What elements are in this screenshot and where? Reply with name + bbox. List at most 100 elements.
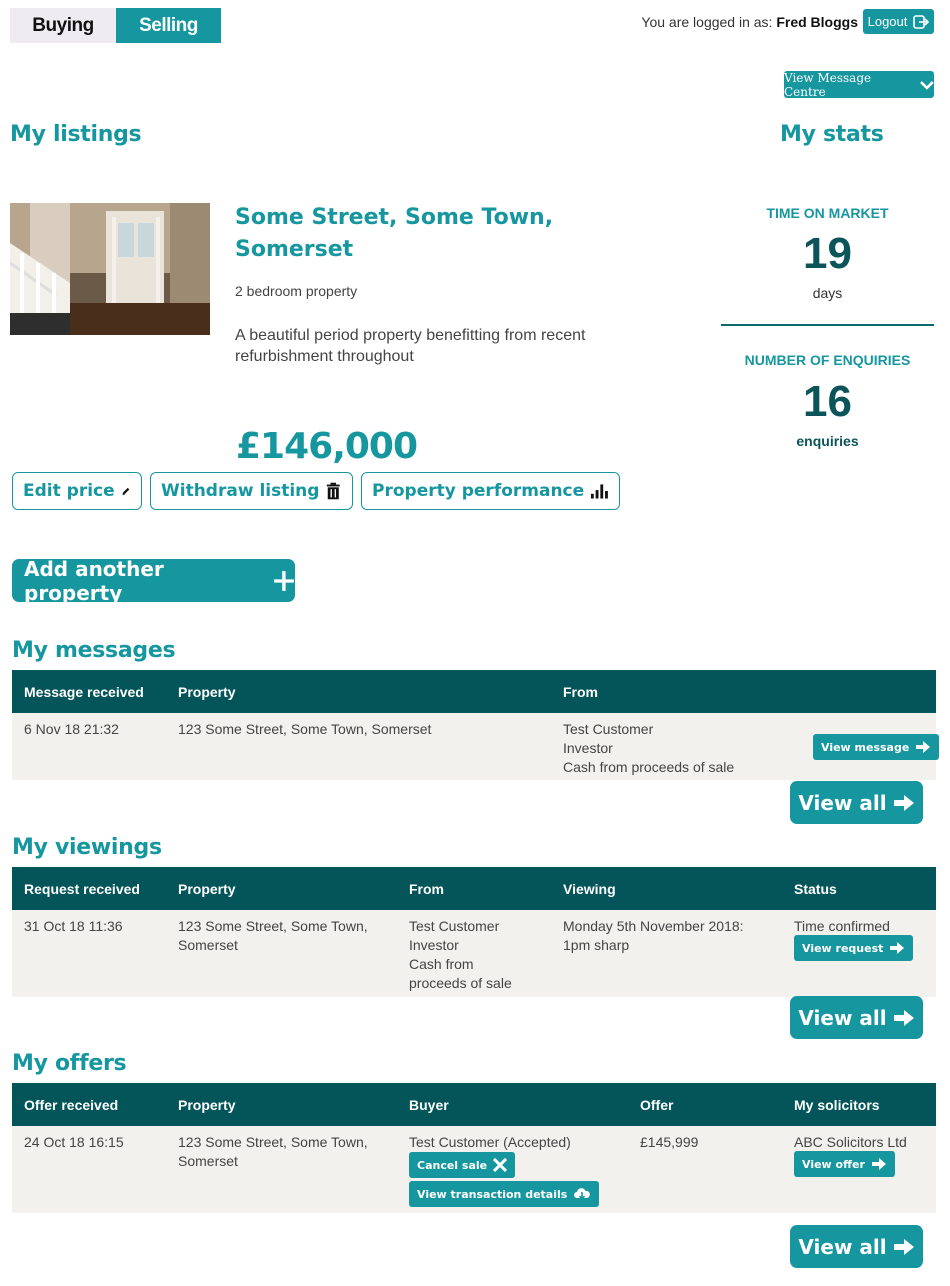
chevron-down-icon (920, 80, 934, 90)
col-offer-received: Offer received (24, 1097, 119, 1113)
col-buyer: Buyer (409, 1097, 449, 1113)
viewing-received: 31 Oct 18 11:36 (24, 918, 123, 934)
from-name: Test Customer (409, 918, 500, 934)
col-viewing: Viewing (563, 881, 616, 897)
col-from: From (409, 881, 444, 897)
property-line-2: Somerset (178, 1153, 238, 1169)
viewing-time: Monday 5th November 2018: 1pm sharp (563, 917, 744, 955)
offer-buyer: Test Customer (Accepted) (409, 1134, 571, 1150)
table-row: 24 Oct 18 16:15 123 Some Street, Some To… (12, 1126, 936, 1213)
view-transaction-details-button[interactable]: View transaction details (409, 1181, 600, 1207)
trash-icon (327, 482, 341, 500)
arrow-right-icon (893, 794, 914, 811)
viewing-hour: 1pm sharp (563, 937, 630, 953)
message-received: 6 Nov 18 21:32 (24, 721, 119, 737)
col-my-solicitors: My solicitors (794, 1097, 880, 1113)
add-another-property-button[interactable]: Add another property (12, 556, 295, 605)
performance-label: Property performance (372, 481, 585, 501)
view-request-label: View request (802, 941, 884, 955)
cloud-download-icon (574, 1188, 591, 1201)
viewing-date: Monday 5th November 2018: (563, 918, 744, 934)
tab-buying[interactable]: Buying (10, 8, 116, 43)
offer-received: 24 Oct 18 16:15 (24, 1134, 124, 1150)
from-finance-2: proceeds of sale (409, 975, 512, 991)
message-property: 123 Some Street, Some Town, Somerset (178, 721, 432, 737)
col-from: From (563, 684, 598, 700)
view-message-button[interactable]: View message (813, 734, 940, 760)
messages-view-all-button[interactable]: View all (790, 781, 923, 824)
viewing-status: Time confirmed (794, 918, 890, 934)
login-prefix: You are logged in as: (641, 14, 773, 30)
listing-bedrooms: 2 bedroom property (235, 283, 358, 299)
property-performance-button[interactable]: Property performance (361, 472, 620, 510)
view-all-label: View all (798, 1234, 887, 1259)
from-finance: Cash from proceeds of sale (563, 759, 735, 775)
time-on-market-value: 19 (803, 229, 852, 278)
login-status: You are logged in as: Fred Bloggs (641, 14, 858, 30)
viewings-view-all-button[interactable]: View all (790, 996, 923, 1039)
view-message-label: View message (821, 740, 910, 754)
arrow-right-icon (890, 942, 905, 954)
offers-view-all-button[interactable]: View all (790, 1225, 923, 1268)
view-request-button[interactable]: View request (794, 935, 914, 961)
from-name: Test Customer (563, 721, 654, 737)
message-centre-label: View Message Centre (784, 70, 872, 99)
my-viewings-heading: My viewings (12, 835, 162, 860)
enquiries-unit: enquiries (796, 433, 859, 449)
logout-label: Logout (867, 14, 908, 29)
property-photo[interactable] (10, 203, 210, 335)
add-property-label: Add another property (24, 556, 164, 605)
viewing-property: 123 Some Street, Some Town, Somerset (178, 917, 368, 955)
offer-solicitor: ABC Solicitors Ltd (794, 1134, 907, 1150)
table-row: 31 Oct 18 11:36 123 Some Street, Some To… (12, 910, 936, 997)
property-line-1: 123 Some Street, Some Town, (178, 918, 368, 934)
logout-button[interactable]: Logout (863, 9, 934, 34)
enquiries-label: NUMBER OF ENQUIRIES (744, 352, 911, 368)
transaction-label: View transaction details (417, 1187, 568, 1201)
viewings-table-header: Request received Property From Viewing S… (12, 867, 936, 910)
view-message-centre-button[interactable]: View Message Centre (784, 70, 934, 99)
view-offer-label: View offer (802, 1157, 865, 1171)
cancel-sale-label: Cancel sale (417, 1158, 488, 1172)
my-listings-heading: My listings (10, 122, 142, 147)
listing-address[interactable]: Some Street, Some Town, Somerset (235, 202, 615, 266)
time-on-market-unit: days (812, 285, 843, 301)
col-message-received: Message received (24, 684, 144, 700)
time-on-market-label: TIME ON MARKET (766, 205, 889, 221)
col-offer: Offer (640, 1097, 674, 1113)
offers-table: Offer received Property Buyer Offer My s… (12, 1083, 936, 1213)
enquiries-value: 16 (803, 377, 852, 426)
col-property: Property (178, 1097, 236, 1113)
col-status: Status (794, 881, 837, 897)
offers-table-header: Offer received Property Buyer Offer My s… (12, 1083, 936, 1126)
view-all-label: View all (798, 1005, 887, 1030)
arrow-right-icon (893, 1238, 914, 1255)
stats-divider (721, 324, 934, 326)
message-from: Test Customer Investor Cash from proceed… (563, 720, 734, 777)
property-line-1: 123 Some Street, Some Town, (178, 1134, 368, 1150)
withdraw-label: Withdraw listing (161, 481, 320, 501)
tab-selling[interactable]: Selling (116, 8, 221, 43)
col-request-received: Request received (24, 881, 140, 897)
arrow-right-icon (916, 741, 931, 753)
listing-price: £146,000 (236, 426, 418, 467)
my-offers-heading: My offers (12, 1051, 127, 1076)
viewings-table: Request received Property From Viewing S… (12, 867, 936, 997)
plus-icon (274, 570, 295, 591)
arrow-right-icon (893, 1009, 914, 1026)
my-stats-heading: My stats (780, 122, 884, 147)
cancel-sale-button[interactable]: Cancel sale (409, 1152, 516, 1178)
logout-icon (913, 14, 930, 29)
viewing-from: Test Customer Investor Cash from proceed… (409, 917, 512, 993)
arrow-right-icon (871, 1158, 886, 1170)
offer-amount: £145,999 (640, 1134, 699, 1150)
messages-table: Message received Property From 6 Nov 18 … (12, 670, 940, 780)
close-icon (493, 1158, 508, 1172)
edit-price-button[interactable]: Edit price (12, 472, 142, 510)
offer-property: 123 Some Street, Some Town, Somerset (178, 1133, 368, 1171)
withdraw-listing-button[interactable]: Withdraw listing (150, 472, 353, 510)
from-type: Investor (409, 937, 459, 953)
view-offer-button[interactable]: View offer (794, 1151, 895, 1177)
pencil-icon (122, 487, 129, 496)
table-row: 6 Nov 18 21:32 123 Some Street, Some Tow… (12, 713, 940, 780)
